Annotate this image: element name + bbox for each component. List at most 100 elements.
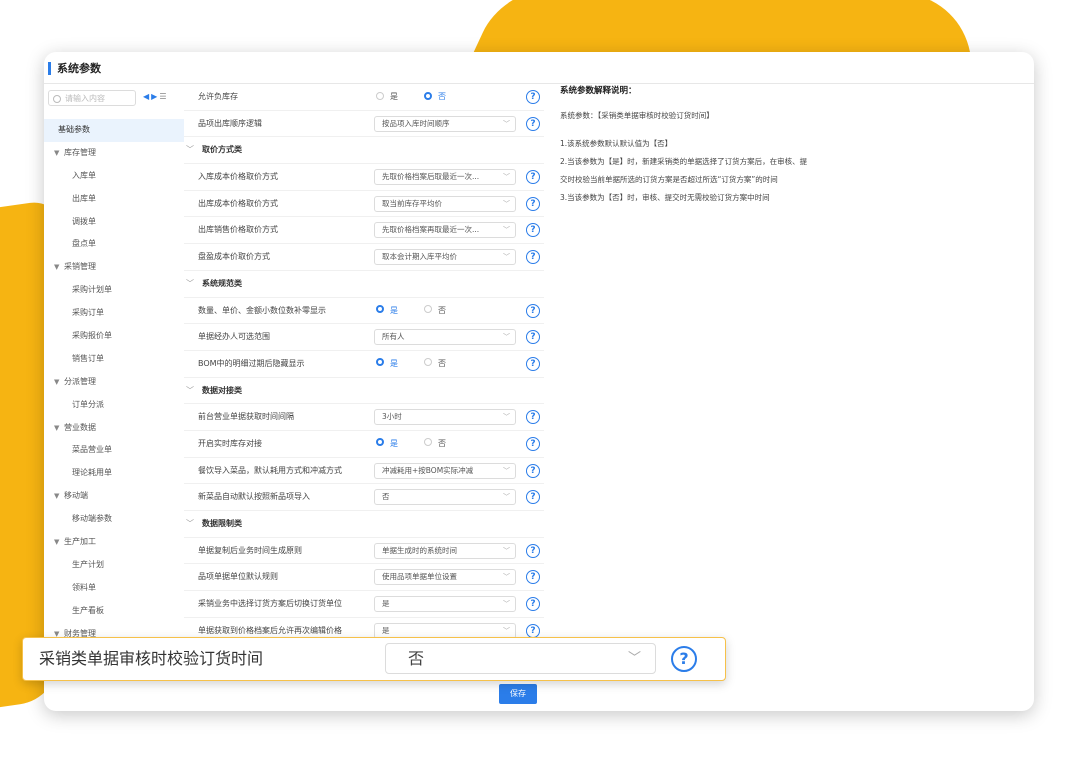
sidebar-group[interactable]: ▼ 分派管理 — [44, 371, 184, 394]
sidebar-group[interactable]: ▼ 库存管理 — [44, 142, 184, 165]
radio-no[interactable] — [424, 358, 432, 367]
label-text: 前台营业单据获取时间间隔 — [198, 412, 294, 422]
menu-icon[interactable]: ☰ — [159, 92, 168, 101]
setting-select[interactable]: 先取价格档案后取最近一次... ﹀ — [374, 169, 516, 186]
label-text: 数量、单价、金额小数位数补零显示 — [198, 305, 326, 315]
setting-select[interactable]: 冲减耗用+按BOM实际冲减 ﹀ — [374, 462, 516, 479]
sidebar-item[interactable]: 采购报价单 — [44, 325, 184, 348]
select-value: 3小时 — [382, 412, 402, 422]
setting-select[interactable]: 是 ﹀ — [374, 596, 516, 613]
help-icon[interactable]: ? — [526, 303, 540, 318]
settings-row: 餐饮导入菜品，默认耗用方式和冲减方式 冲减耗用+按BOM实际冲减 ﹀? — [184, 458, 544, 485]
radio-yes[interactable] — [376, 438, 384, 447]
sidebar-item[interactable]: 盘点单 — [44, 233, 184, 256]
sidebar-group[interactable]: ▼ 营业数据 — [44, 417, 184, 440]
setting-label: 新菜品自动默认按照新品项导入 — [198, 484, 310, 511]
radio-no[interactable] — [424, 438, 432, 447]
section-title[interactable]: ﹀ 系统规范类 — [186, 271, 242, 298]
sidebar-item[interactable]: 调拨单 — [44, 211, 184, 234]
caret-down-icon: ▼ — [54, 492, 60, 501]
help-icon[interactable]: ? — [526, 543, 540, 558]
radio-yes[interactable] — [376, 305, 384, 313]
help-icon[interactable]: ? — [526, 463, 540, 478]
select-value: 冲减耗用+按BOM实际冲减 — [382, 465, 474, 475]
sidebar-item[interactable]: 采购订单 — [44, 302, 184, 325]
sidebar-item[interactable]: 入库单 — [44, 165, 184, 188]
radio-yes-label[interactable]: 是 — [390, 92, 398, 101]
section-title[interactable]: ﹀ 取价方式类 — [186, 137, 242, 164]
sidebar-item[interactable]: 采购计划单 — [44, 279, 184, 302]
explanation-param: 系统参数：【采销类单据审核时校验订货时间】 — [560, 111, 714, 120]
sidebar-item[interactable]: 生产看板 — [44, 600, 184, 623]
sidebar-group[interactable]: ▼ 生产加工 — [44, 531, 184, 554]
setting-select[interactable]: 取本会计期入库平均价 ﹀ — [374, 249, 516, 266]
sidebar-item[interactable]: 订单分派 — [44, 394, 184, 417]
sidebar-item[interactable]: 基础参数 — [44, 119, 184, 142]
chevron-down-icon: ﹀ — [186, 519, 194, 528]
radio-yes[interactable] — [376, 91, 384, 100]
section-title[interactable]: ﹀ 数据对接类 — [186, 378, 242, 405]
chevron-down-icon: ﹀ — [503, 253, 510, 262]
sidebar-item[interactable]: 生产计划 — [44, 554, 184, 577]
setting-select[interactable]: 取当前库存平均价 ﹀ — [374, 195, 516, 212]
label-text: 系统规范类 — [202, 278, 242, 288]
chevron-down-icon: ﹀ — [503, 466, 510, 475]
settings-row: 品项单据单位默认规则 使用品项单据单位设置 ﹀? — [184, 564, 544, 592]
sidebar-item-label: 营业数据 — [64, 422, 96, 432]
help-icon[interactable]: ? — [526, 250, 540, 265]
chevron-down-icon: ﹀ — [503, 199, 510, 208]
radio-no-label[interactable]: 否 — [438, 92, 446, 101]
sidebar-item[interactable]: 领料单 — [44, 577, 184, 600]
zoomed-setting-label: 采销类单据审核时校验订货时间 — [39, 649, 264, 668]
help-icon[interactable]: ? — [526, 623, 540, 638]
radio-no[interactable] — [424, 91, 432, 100]
radio-no[interactable] — [424, 305, 432, 313]
help-icon[interactable]: ? — [671, 646, 697, 672]
help-icon[interactable]: ? — [526, 356, 540, 371]
sidebar-item[interactable]: 移动端参数 — [44, 508, 184, 531]
help-icon[interactable]: ? — [526, 116, 540, 131]
setting-select[interactable]: 3小时 ﹀ — [374, 409, 516, 426]
search-input[interactable]: 请输入内容 — [48, 90, 136, 106]
radio-no-label[interactable]: 否 — [438, 439, 446, 448]
sidebar-group[interactable]: ▼ 移动端 — [44, 485, 184, 508]
zoomed-setting-select[interactable]: 否 ﹀ — [385, 643, 656, 674]
sidebar-item[interactable]: 销售订单 — [44, 348, 184, 371]
sidebar-item[interactable]: 出库单 — [44, 188, 184, 211]
help-icon[interactable]: ? — [526, 597, 540, 612]
sidebar-item-label: 出库单 — [72, 193, 96, 203]
radio-no-label[interactable]: 否 — [438, 306, 446, 315]
section-title[interactable]: ﹀ 数据限制类 — [186, 511, 242, 538]
radio-no-label[interactable]: 否 — [438, 359, 446, 368]
help-icon[interactable]: ? — [526, 330, 540, 345]
sidebar-item[interactable]: 理论耗用单 — [44, 462, 184, 485]
help-icon[interactable]: ? — [526, 410, 540, 425]
label-text: 新菜品自动默认按照新品项导入 — [198, 492, 310, 502]
settings-list: 允许负库存是否? 品项出库顺序逻辑 按品项入库时间顺序 ﹀? ﹀ 取价方式类 入库成本价格取… — [184, 84, 544, 645]
help-icon[interactable]: ? — [526, 223, 540, 238]
setting-select[interactable]: 使用品项单据单位设置 ﹀ — [374, 569, 516, 586]
save-button[interactable]: 保存 — [499, 684, 537, 704]
setting-label: 单据复制后业务时间生成原则 — [198, 538, 302, 565]
radio-yes-label[interactable]: 是 — [390, 439, 398, 448]
arrow-left-icon[interactable]: ◀ — [143, 92, 151, 101]
radio-yes-label[interactable]: 是 — [390, 359, 398, 368]
setting-select[interactable]: 先取价格档案再取最近一次... ﹀ — [374, 222, 516, 239]
help-icon[interactable]: ? — [526, 436, 540, 451]
help-icon[interactable]: ? — [526, 196, 540, 211]
help-icon[interactable]: ? — [526, 570, 540, 585]
help-icon[interactable]: ? — [526, 90, 540, 104]
setting-select[interactable]: 按品项入库时间顺序 ﹀ — [374, 115, 516, 132]
radio-yes-label[interactable]: 是 — [390, 306, 398, 315]
setting-label: 允许负库存 — [198, 84, 238, 111]
sidebar-item[interactable]: 菜品营业单 — [44, 439, 184, 462]
setting-select[interactable]: 否 ﹀ — [374, 489, 516, 506]
setting-select[interactable]: 所有人 ﹀ — [374, 329, 516, 346]
help-icon[interactable]: ? — [526, 170, 540, 185]
radio-yes[interactable] — [376, 358, 384, 367]
settings-row: 单据经办人可选范围 所有人 ﹀? — [184, 324, 544, 351]
help-icon[interactable]: ? — [526, 490, 540, 505]
setting-select[interactable]: 单据生成时的系统时间 ﹀ — [374, 542, 516, 559]
label-text: 数据限制类 — [202, 519, 242, 528]
sidebar-group[interactable]: ▼ 采销管理 — [44, 256, 184, 279]
